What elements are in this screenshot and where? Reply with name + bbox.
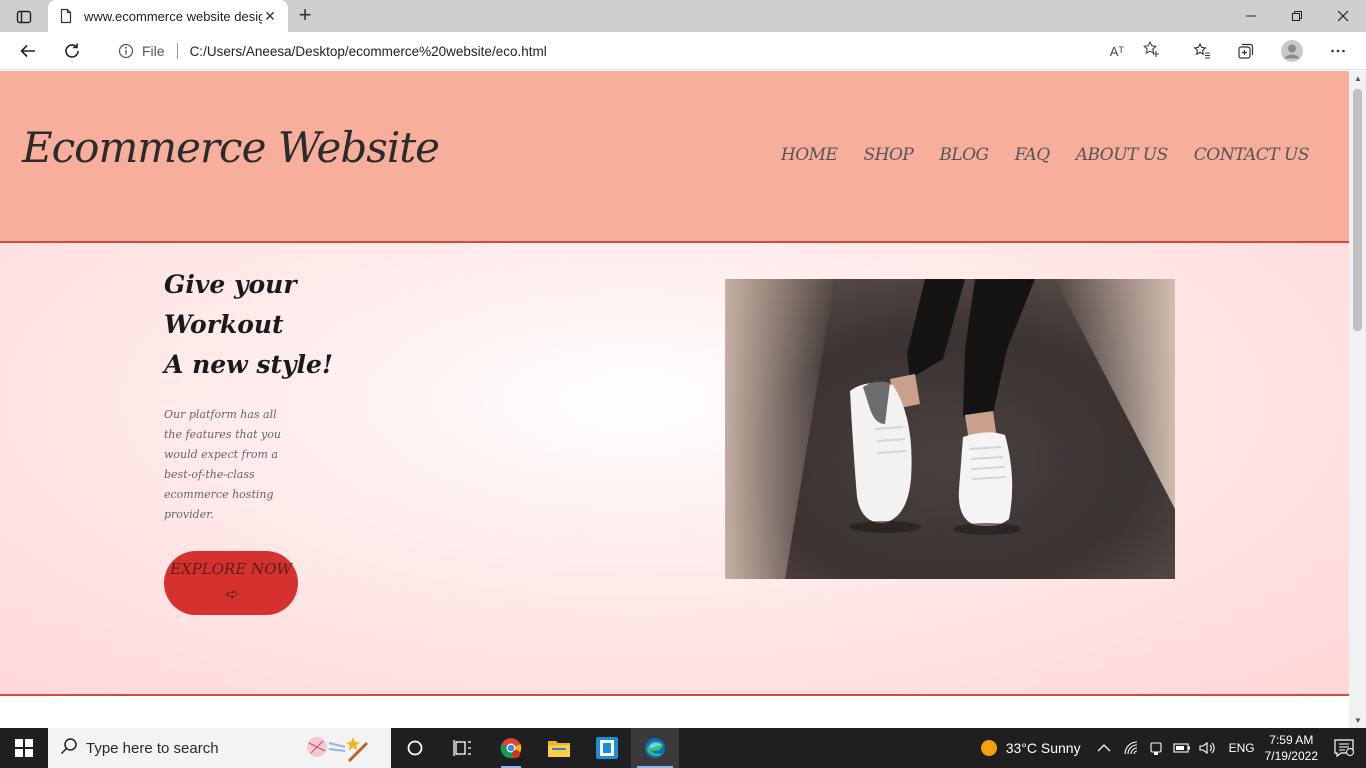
windows-start-icon[interactable] bbox=[0, 728, 48, 768]
nav-faq[interactable]: FAQ bbox=[1015, 145, 1051, 165]
page-icon bbox=[58, 8, 74, 24]
add-favorite-icon[interactable] bbox=[1142, 40, 1160, 63]
close-window-button[interactable] bbox=[1320, 0, 1366, 32]
collections-icon[interactable] bbox=[1232, 37, 1260, 65]
task-view-icon[interactable] bbox=[439, 728, 487, 768]
favorites-icon[interactable] bbox=[1188, 37, 1216, 65]
search-icon bbox=[60, 737, 78, 760]
refresh-button[interactable] bbox=[58, 37, 86, 65]
scroll-down-icon[interactable]: ▼ bbox=[1354, 716, 1362, 725]
scrollbar-thumb[interactable] bbox=[1353, 89, 1362, 331]
restore-button[interactable] bbox=[1274, 0, 1320, 32]
hero-title-line: Give your bbox=[164, 270, 297, 299]
hero-title-line: Workout bbox=[164, 310, 284, 339]
sneakers-photo bbox=[725, 279, 1175, 579]
windows-taskbar: Type here to search 33°C Sunny ENG 7:59 … bbox=[0, 728, 1366, 768]
nav-shop[interactable]: SHOP bbox=[863, 145, 913, 165]
clock-time: 7:59 AM bbox=[1269, 733, 1314, 747]
clock-date: 7/19/2022 bbox=[1264, 749, 1318, 763]
tab-title: www.ecommerce website design bbox=[84, 8, 262, 24]
page-viewport: Ecommerce Website HOME SHOP BLOG FAQ ABO… bbox=[0, 71, 1349, 728]
nav-blog[interactable]: BLOG bbox=[939, 145, 989, 165]
minimize-button[interactable] bbox=[1228, 0, 1274, 32]
file-explorer-icon[interactable] bbox=[535, 728, 583, 768]
browser-tab-strip: www.ecommerce website design ✕ + bbox=[0, 0, 1366, 32]
wifi-icon[interactable] bbox=[1123, 741, 1139, 755]
notifications-icon[interactable] bbox=[1334, 739, 1354, 757]
volume-icon[interactable] bbox=[1199, 741, 1217, 755]
search-placeholder: Type here to search bbox=[86, 739, 219, 757]
hero-section: Give your Workout A new style! Our platf… bbox=[0, 243, 1349, 696]
new-tab-button[interactable]: + bbox=[294, 4, 316, 27]
tab-actions-icon[interactable] bbox=[10, 6, 38, 28]
hero-title: Give your Workout A new style! bbox=[164, 265, 364, 385]
hero-title-line: A new style! bbox=[164, 350, 333, 379]
site-header: Ecommerce Website HOME SHOP BLOG FAQ ABO… bbox=[0, 71, 1349, 243]
back-button[interactable] bbox=[14, 37, 42, 65]
cortana-icon[interactable] bbox=[391, 728, 439, 768]
read-aloud-icon[interactable]: Aᵀ bbox=[1110, 44, 1124, 59]
chevron-up-icon[interactable] bbox=[1097, 743, 1111, 753]
browser-tab[interactable]: www.ecommerce website design ✕ bbox=[48, 0, 288, 32]
url-text[interactable]: C:/Users/Aneesa/Desktop/ecommerce%20webs… bbox=[190, 44, 547, 59]
scroll-up-icon[interactable]: ▲ bbox=[1354, 74, 1362, 83]
system-tray: 33°C Sunny ENG 7:59 AM 7/19/2022 bbox=[980, 728, 1366, 768]
nav-about-us[interactable]: ABOUT US bbox=[1076, 145, 1169, 165]
meet-now-icon[interactable] bbox=[1149, 740, 1163, 756]
app-icon[interactable] bbox=[583, 728, 631, 768]
clock[interactable]: 7:59 AM 7/19/2022 bbox=[1265, 732, 1318, 764]
nav-contact-us[interactable]: CONTACT US bbox=[1194, 145, 1310, 165]
battery-icon[interactable] bbox=[1173, 742, 1191, 754]
info-icon[interactable] bbox=[118, 43, 134, 59]
file-label: File bbox=[142, 43, 165, 59]
profile-avatar[interactable] bbox=[1278, 37, 1306, 65]
weather-text[interactable]: 33°C Sunny bbox=[1006, 740, 1081, 756]
edge-icon[interactable] bbox=[631, 728, 679, 768]
nav-home[interactable]: HOME bbox=[781, 145, 838, 165]
address-bar[interactable]: File C:/Users/Aneesa/Desktop/ecommerce%2… bbox=[100, 35, 1176, 67]
browser-toolbar: File C:/Users/Aneesa/Desktop/ecommerce%2… bbox=[0, 32, 1366, 70]
site-logo[interactable]: Ecommerce Website bbox=[22, 123, 440, 172]
chrome-icon[interactable] bbox=[487, 728, 535, 768]
explore-now-button[interactable]: EXPLORE NOW ➪ bbox=[164, 551, 298, 615]
search-highlight-icon[interactable] bbox=[305, 733, 375, 768]
tab-close-icon[interactable]: ✕ bbox=[262, 8, 278, 25]
address-separator bbox=[176, 43, 178, 59]
site-nav: HOME SHOP BLOG FAQ ABOUT US CONTACT US bbox=[781, 145, 1310, 165]
page-scrollbar[interactable]: ▲ ▼ bbox=[1349, 71, 1366, 728]
language-indicator[interactable]: ENG bbox=[1229, 741, 1255, 755]
taskbar-search-box[interactable]: Type here to search bbox=[48, 728, 391, 768]
hero-description: Our platform has all the features that y… bbox=[164, 408, 281, 521]
weather-sun-icon[interactable] bbox=[980, 739, 998, 757]
more-menu-icon[interactable] bbox=[1324, 37, 1352, 65]
